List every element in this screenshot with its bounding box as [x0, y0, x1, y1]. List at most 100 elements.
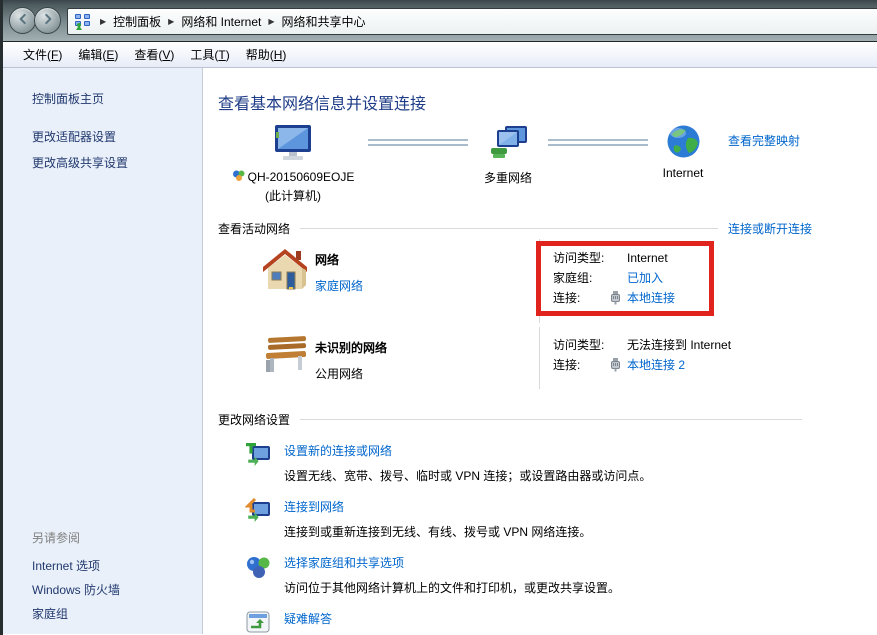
troubleshoot-link[interactable]: 疑难解答: [284, 612, 332, 626]
sidebar-item-homegroup[interactable]: 家庭组: [32, 602, 202, 626]
network-name: 未识别的网络: [315, 339, 387, 356]
breadcrumb-separator: ▶: [168, 17, 174, 26]
internet-label: Internet: [663, 166, 704, 180]
sidebar-item-change-advanced-sharing[interactable]: 更改高级共享设置: [32, 150, 202, 176]
setting-item-homegroup-sharing: 选择家庭组和共享选项 访问位于其他网络计算机上的文件和打印机，或更改共享设置。: [245, 554, 877, 596]
connect-to-network-link[interactable]: 连接到网络: [284, 500, 344, 514]
settings-list: 设置新的连接或网络 设置无线、宽带、拨号、临时或 VPN 连接；或设置路由器或访…: [218, 442, 877, 635]
network-row-home: 网络 家庭网络 访问类型:Internet 家庭组:已加入 连接:本地连接: [218, 237, 877, 325]
homegroup-mini-icon: [232, 169, 245, 185]
forward-button[interactable]: [34, 7, 61, 34]
breadcrumb-item-network-sharing-center[interactable]: 网络和共享中心: [282, 13, 366, 30]
network-details: 访问类型:Internet 家庭组:已加入 连接:本地连接: [553, 251, 675, 311]
network-type-public-label: 公用网络: [315, 365, 387, 382]
access-type-value: 无法连接到 Internet: [627, 338, 731, 352]
setting-description: 访问位于其他网络计算机上的文件和打印机，或更改共享设置。: [284, 579, 620, 596]
homegroup-sharing-icon: [245, 554, 272, 581]
multiple-networks-label: 多重网络: [484, 169, 532, 186]
setting-item-troubleshoot: 疑难解答 诊断并修复网络问题，或获得故障排除信息。: [245, 610, 877, 635]
sidebar-see-also-section: 另请参阅 Internet 选项 Windows 防火墙 家庭组: [3, 526, 202, 626]
menu-label: ): [114, 48, 118, 62]
menu-label: 文件(: [23, 48, 51, 62]
view-full-map-link[interactable]: 查看完整映射: [728, 132, 800, 149]
sidebar-item-internet-options[interactable]: Internet 选项: [32, 554, 202, 578]
detail-label: 访问类型:: [553, 251, 627, 265]
local-connection-link[interactable]: 本地连接: [627, 291, 675, 305]
setting-item-connect-to-network: 连接到网络 连接到或重新连接到无线、有线、拨号或 VPN 网络连接。: [245, 498, 877, 540]
breadcrumb-separator: ▶: [268, 17, 274, 26]
map-connector-line: [548, 139, 648, 146]
back-arrow-icon: [16, 12, 30, 29]
page-title: 查看基本网络信息并设置连接: [218, 90, 877, 114]
connect-disconnect-link[interactable]: 连接或断开连接: [728, 220, 812, 237]
sidebar-item-control-panel-home[interactable]: 控制面板主页: [32, 86, 202, 112]
setting-item-new-connection: 设置新的连接或网络 设置无线、宽带、拨号、临时或 VPN 连接；或设置路由器或访…: [245, 442, 877, 484]
menu-edit[interactable]: 编辑(E): [70, 43, 126, 66]
map-connector-line: [368, 139, 468, 146]
menu-file[interactable]: 文件(F): [15, 43, 70, 66]
sidebar-item-change-adapter-settings[interactable]: 更改适配器设置: [32, 124, 202, 150]
bench-icon: [260, 333, 312, 380]
see-also-header: 另请参阅: [32, 526, 202, 550]
breadcrumb-item-control-panel[interactable]: 控制面板: [113, 13, 161, 30]
map-node-this-computer[interactable]: QH-20150609EOJE (此计算机): [218, 124, 368, 204]
menu-label: 编辑(: [78, 48, 106, 62]
network-name: 网络: [315, 251, 363, 268]
troubleshoot-icon: [245, 610, 272, 635]
computer-name: QH-20150609EOJE: [248, 170, 355, 184]
detail-label: 家庭组:: [553, 271, 627, 285]
setup-new-connection-link[interactable]: 设置新的连接或网络: [284, 444, 392, 458]
new-connection-icon: [245, 442, 272, 469]
local-connection-2-link[interactable]: 本地连接 2: [627, 358, 685, 372]
computer-icon: [271, 124, 315, 165]
navigation-bar: ▶ 控制面板 ▶ 网络和 Internet ▶ 网络和共享中心: [3, 0, 877, 42]
internet-globe-icon: [666, 124, 701, 162]
menu-tools[interactable]: 工具(T): [182, 43, 237, 66]
multiple-networks-icon: [487, 124, 529, 165]
column-divider: [539, 327, 540, 389]
network-map: QH-20150609EOJE (此计算机): [218, 124, 877, 206]
choose-homegroup-options-link[interactable]: 选择家庭组和共享选项: [284, 556, 404, 570]
map-node-internet[interactable]: Internet: [648, 124, 718, 180]
detail-label: 访问类型:: [553, 338, 627, 352]
ethernet-connector-icon: [610, 358, 621, 375]
menu-label: ): [58, 48, 62, 62]
divider: [300, 228, 718, 229]
access-type-value: Internet: [627, 251, 668, 265]
active-networks-section-header: 查看活动网络 连接或断开连接: [218, 220, 812, 237]
network-type-home-link[interactable]: 家庭网络: [315, 279, 363, 293]
menu-label: 工具(: [190, 48, 218, 62]
menu-access-key: T: [218, 48, 225, 62]
address-bar[interactable]: ▶ 控制面板 ▶ 网络和 Internet ▶ 网络和共享中心: [67, 8, 877, 35]
active-networks-header-label: 查看活动网络: [218, 220, 290, 237]
forward-arrow-icon: [41, 12, 55, 29]
menu-label: 帮助(: [246, 48, 274, 62]
map-node-multiple-networks[interactable]: 多重网络: [468, 124, 548, 186]
menu-view[interactable]: 查看(V): [126, 43, 182, 66]
column-divider: [539, 239, 540, 323]
homegroup-joined-link[interactable]: 已加入: [627, 271, 663, 285]
network-sharing-center-window: ▶ 控制面板 ▶ 网络和 Internet ▶ 网络和共享中心 文件(F) 编辑…: [0, 0, 877, 635]
house-icon: [260, 245, 310, 296]
back-button[interactable]: [9, 7, 36, 34]
setting-description: 设置无线、宽带、拨号、临时或 VPN 连接；或设置路由器或访问点。: [284, 467, 651, 484]
menu-bar: 文件(F) 编辑(E) 查看(V) 工具(T) 帮助(H): [3, 42, 877, 68]
breadcrumb-item-network-internet[interactable]: 网络和 Internet: [181, 13, 261, 30]
menu-label: ): [170, 48, 174, 62]
sidebar-item-windows-firewall[interactable]: Windows 防火墙: [32, 578, 202, 602]
computer-sub-label: (此计算机): [265, 187, 321, 204]
divider: [300, 419, 802, 420]
change-settings-section-header: 更改网络设置: [218, 411, 812, 428]
connect-to-network-icon: [245, 498, 272, 525]
network-center-icon: [74, 13, 91, 30]
breadcrumb-separator: ▶: [100, 17, 106, 26]
network-row-unidentified: 未识别的网络 公用网络 访问类型:无法连接到 Internet 连接:本地连接 …: [218, 325, 877, 397]
menu-label: ): [226, 48, 230, 62]
setting-description: 连接到或重新连接到无线、有线、拨号或 VPN 网络连接。: [284, 523, 591, 540]
main-content: 查看基本网络信息并设置连接: [203, 68, 877, 634]
menu-label: ): [282, 48, 286, 62]
menu-help[interactable]: 帮助(H): [238, 43, 295, 66]
sidebar: 控制面板主页 更改适配器设置 更改高级共享设置 另请参阅 Internet 选项…: [3, 68, 203, 634]
ethernet-connector-icon: [610, 291, 621, 308]
change-settings-header-label: 更改网络设置: [218, 411, 290, 428]
